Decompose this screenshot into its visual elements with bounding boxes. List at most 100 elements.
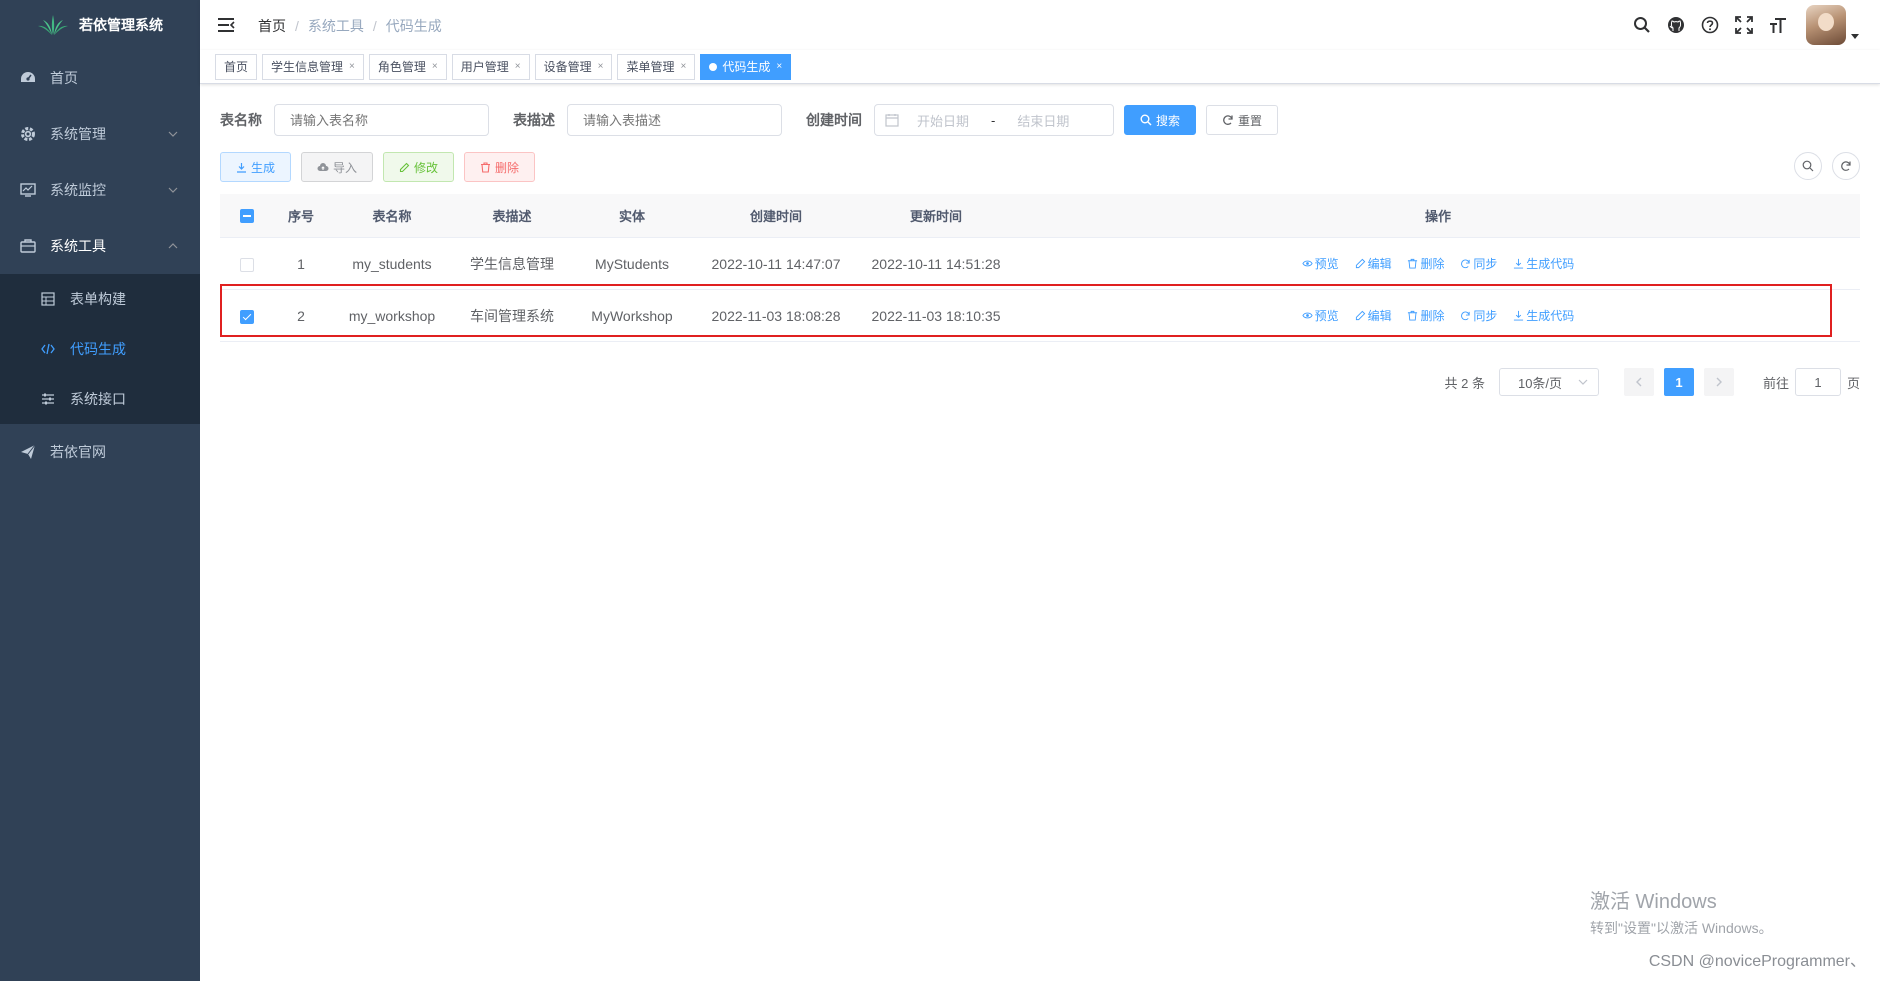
tab-home[interactable]: 首页 bbox=[215, 53, 258, 80]
tab-user[interactable]: 用户管理 × bbox=[451, 53, 530, 80]
download-icon bbox=[1514, 258, 1524, 269]
csdn-watermark: CSDN @noviceProgrammer、 bbox=[1648, 953, 1866, 970]
row-created: 2022-11-03 18:08:28 bbox=[711, 307, 841, 324]
tab-role[interactable]: 角色管理 × bbox=[368, 53, 447, 80]
close-icon[interactable]: × bbox=[515, 55, 521, 79]
sidebar-item-official-site[interactable]: 若依官网 bbox=[0, 424, 200, 480]
reset-button[interactable]: 重置 bbox=[1206, 105, 1279, 135]
download-icon bbox=[1514, 310, 1524, 321]
row-checkbox[interactable] bbox=[240, 309, 254, 324]
generate-code-link[interactable]: 生成代码 bbox=[1513, 307, 1574, 324]
sidebar-item-label: 首页 bbox=[50, 70, 78, 86]
table-row[interactable]: 1 my_students 学生信息管理 MyStudents 2022-10-… bbox=[220, 238, 1860, 290]
sidebar-item-label: 系统工具 bbox=[50, 238, 106, 254]
edit-button[interactable]: 修改 bbox=[383, 152, 455, 182]
refresh-icon bbox=[1223, 115, 1233, 125]
edit-link[interactable]: 编辑 bbox=[1355, 255, 1392, 272]
row-created: 2022-10-11 14:47:07 bbox=[711, 255, 841, 272]
header-entity: 实体 bbox=[618, 209, 645, 224]
header-name: 表名称 bbox=[372, 209, 412, 224]
search-icon bbox=[1802, 160, 1814, 172]
close-icon[interactable]: × bbox=[598, 55, 604, 79]
caret-down-icon[interactable] bbox=[1850, 31, 1860, 41]
edit-label: 编辑 bbox=[1367, 257, 1392, 271]
reset-button-label: 重置 bbox=[1238, 113, 1263, 128]
sidebar-item-home[interactable]: 首页 bbox=[0, 50, 200, 106]
date-range-separator: - bbox=[991, 112, 996, 128]
close-icon[interactable]: × bbox=[776, 55, 782, 79]
goto-page-input[interactable] bbox=[1794, 368, 1841, 396]
page-number[interactable]: 1 bbox=[1663, 368, 1694, 396]
close-icon[interactable]: × bbox=[680, 55, 686, 79]
search-button[interactable]: 搜索 bbox=[1124, 105, 1197, 135]
tools-submenu: 表单构建 代码生成 系统接口 bbox=[0, 274, 200, 424]
sidebar-item-monitor[interactable]: 系统监控 bbox=[0, 162, 200, 218]
chevron-right-icon bbox=[1716, 377, 1722, 387]
preview-link[interactable]: 预览 bbox=[1302, 255, 1339, 272]
table-name-input[interactable] bbox=[274, 104, 489, 136]
sync-link[interactable]: 同步 bbox=[1460, 307, 1497, 324]
delete-link[interactable]: 删除 bbox=[1407, 255, 1445, 272]
close-icon[interactable]: × bbox=[349, 55, 355, 79]
header-desc: 表描述 bbox=[492, 209, 532, 224]
tab-code-gen[interactable]: 代码生成 × bbox=[700, 53, 792, 80]
search-form: 表名称 表描述 创建时间 开始日期 - 结束日期 搜索 重置 bbox=[220, 104, 1860, 136]
right-menu bbox=[1618, 0, 1860, 50]
date-range-picker[interactable]: 开始日期 - 结束日期 bbox=[874, 104, 1114, 136]
font-size-icon[interactable] bbox=[1768, 15, 1788, 35]
delete-button[interactable]: 删除 bbox=[464, 152, 536, 182]
header-idx: 序号 bbox=[287, 209, 314, 224]
page-size-select[interactable]: 10条/页 bbox=[1498, 368, 1599, 396]
breadcrumb-home[interactable]: 首页 bbox=[258, 16, 286, 36]
toggle-search-button[interactable] bbox=[1794, 152, 1822, 180]
preview-link[interactable]: 预览 bbox=[1302, 307, 1339, 324]
tab-device[interactable]: 设备管理 × bbox=[534, 53, 613, 80]
edit-link[interactable]: 编辑 bbox=[1355, 307, 1392, 324]
row-desc: 学生信息管理 bbox=[470, 255, 554, 272]
sync-label: 同步 bbox=[1473, 309, 1498, 323]
close-icon[interactable]: × bbox=[432, 55, 438, 79]
generate-button-label: 生成 bbox=[251, 160, 276, 175]
next-page-button[interactable] bbox=[1703, 368, 1734, 396]
prev-page-button[interactable] bbox=[1623, 368, 1654, 396]
row-name: my_workshop bbox=[348, 307, 436, 324]
trash-icon bbox=[481, 161, 491, 173]
tab-student-info[interactable]: 学生信息管理 × bbox=[262, 53, 364, 80]
end-date-placeholder[interactable]: 结束日期 bbox=[1017, 111, 1069, 130]
chevron-up-icon bbox=[168, 243, 178, 249]
sidebar-item-form-build[interactable]: 表单构建 bbox=[0, 274, 200, 324]
sidebar-item-tools[interactable]: 系统工具 bbox=[0, 218, 200, 274]
row-checkbox[interactable] bbox=[240, 257, 254, 272]
tab-menu[interactable]: 菜单管理 × bbox=[617, 53, 696, 80]
generate-code-link[interactable]: 生成代码 bbox=[1513, 255, 1574, 272]
logo[interactable]: 若依管理系统 bbox=[0, 0, 200, 50]
trash-icon bbox=[1408, 258, 1418, 269]
hamburger-icon[interactable] bbox=[216, 15, 236, 35]
sidebar-item-code-gen[interactable]: 代码生成 bbox=[0, 324, 200, 374]
sidebar-item-label: 表单构建 bbox=[70, 291, 126, 307]
import-button[interactable]: 导入 bbox=[301, 152, 374, 182]
cloud-upload-icon bbox=[317, 162, 329, 171]
edit-label: 编辑 bbox=[1367, 309, 1392, 323]
refresh-button[interactable] bbox=[1832, 152, 1860, 180]
chevron-left-icon bbox=[1635, 377, 1642, 387]
calendar-icon bbox=[885, 114, 899, 127]
delete-link[interactable]: 删除 bbox=[1407, 307, 1445, 324]
sidebar-item-system[interactable]: 系统管理 bbox=[0, 106, 200, 162]
start-date-placeholder[interactable]: 开始日期 bbox=[917, 111, 969, 130]
windows-activation-subtitle: 转到"设置"以激活 Windows。 bbox=[1590, 920, 1773, 936]
select-all-checkbox[interactable] bbox=[240, 209, 254, 224]
table-desc-input[interactable] bbox=[567, 104, 782, 136]
avatar[interactable] bbox=[1806, 5, 1846, 45]
github-icon[interactable] bbox=[1666, 15, 1686, 35]
header-check-cell bbox=[220, 208, 274, 224]
generate-button[interactable]: 生成 bbox=[220, 152, 292, 182]
table-row[interactable]: 2 my_workshop 车间管理系统 MyWorkshop 2022-11-… bbox=[220, 290, 1860, 342]
row-ops: 预览 编辑 删除 同步 生成代码 bbox=[1016, 255, 1860, 272]
preview-label: 预览 bbox=[1314, 257, 1339, 271]
question-icon[interactable] bbox=[1700, 15, 1720, 35]
sync-link[interactable]: 同步 bbox=[1460, 255, 1497, 272]
sidebar-item-api[interactable]: 系统接口 bbox=[0, 374, 200, 424]
search-icon[interactable] bbox=[1632, 15, 1652, 35]
fullscreen-icon[interactable] bbox=[1734, 15, 1754, 35]
